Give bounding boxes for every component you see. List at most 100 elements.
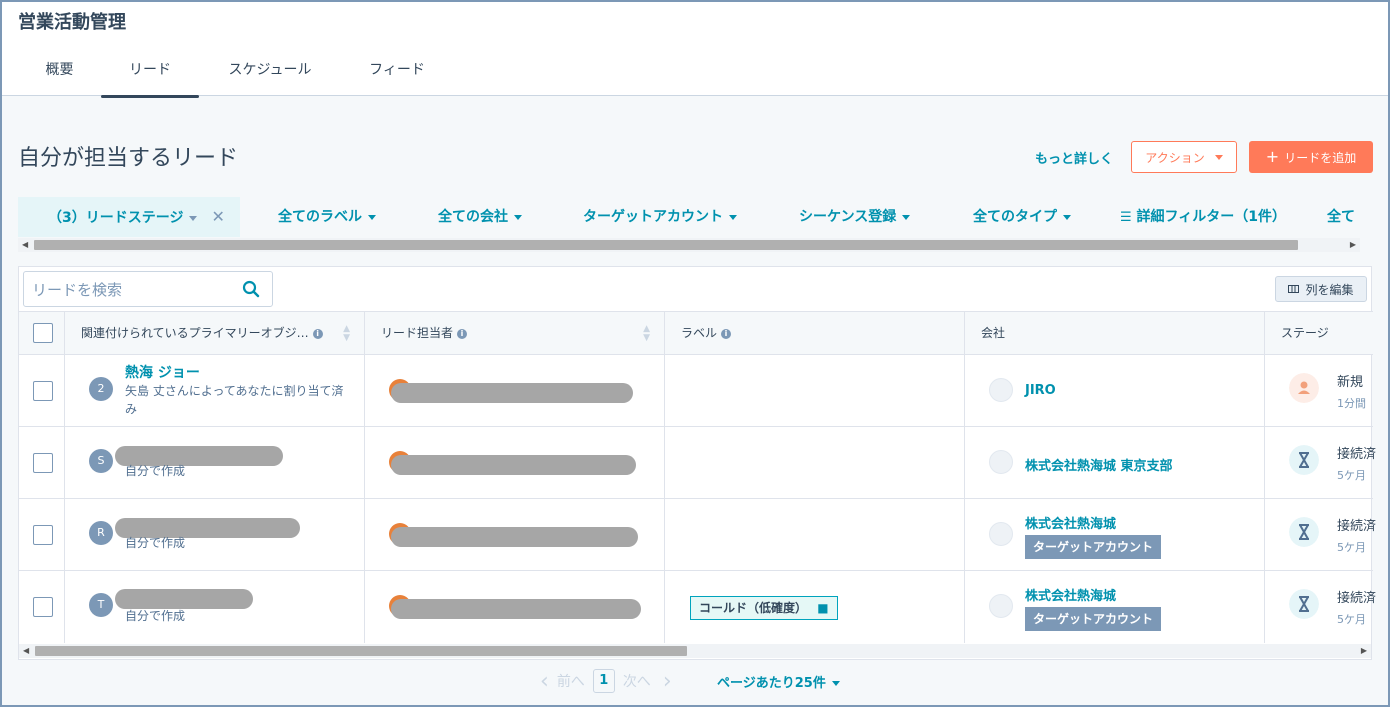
chevron-down-icon [1063, 214, 1071, 220]
divider [364, 427, 365, 499]
row-checkbox[interactable] [33, 597, 53, 617]
next-page-button[interactable]: 次へ [623, 671, 651, 691]
search-box[interactable] [23, 271, 273, 307]
edit-columns-button[interactable]: 列を編集 [1275, 276, 1367, 302]
target-account-tag: ターゲットアカウント [1025, 535, 1162, 559]
header-label: 会社 [981, 326, 1006, 340]
sort-icon[interactable]: ▲ ▼ [643, 312, 650, 343]
prev-page-button[interactable]: 前へ [557, 671, 585, 691]
header-label-col[interactable]: ラベル i [665, 312, 965, 354]
stage-label: 接続済 [1337, 447, 1377, 462]
divider [64, 571, 65, 643]
redacted-owner [391, 527, 638, 547]
divider [1264, 499, 1265, 571]
lead-name-link[interactable]: 熱海 ジョー [125, 362, 200, 382]
company-link[interactable]: JIRO [1025, 383, 1056, 398]
tab-schedule[interactable]: スケジュール [199, 52, 341, 96]
hourglass-icon [1289, 445, 1319, 475]
redacted-owner [391, 455, 636, 475]
stage-label: 新規 [1337, 375, 1364, 390]
scrollbar-thumb[interactable] [34, 240, 1298, 250]
row-checkbox[interactable] [33, 525, 53, 545]
company-link[interactable]: 株式会社熱海城 [1025, 585, 1116, 604]
table-row[interactable]: T 自分で作成 コールド（低確度） ■ 株式会社熱海城 ターゲットアカウント 接… [19, 571, 1376, 643]
row-checkbox[interactable] [33, 453, 53, 473]
tab-leads[interactable]: リード [101, 52, 199, 98]
redacted-lead-name[interactable] [115, 589, 253, 609]
chevron-down-icon [729, 214, 737, 220]
row-checkbox[interactable] [33, 381, 53, 401]
tag-label: コールド（低確度） [699, 601, 808, 615]
chevron-down-icon [514, 214, 522, 220]
page-title: 自分が担当するリード [18, 146, 239, 171]
per-page-label: ページあたり25件 [717, 676, 826, 691]
filter-all-more[interactable]: 全て [1327, 197, 1355, 237]
avatar: T [89, 593, 113, 617]
target-account-tag: ターゲットアカウント [1025, 607, 1162, 631]
action-button[interactable]: アクション [1131, 141, 1237, 173]
tab-feed[interactable]: フィード [341, 52, 453, 96]
header-primary-object[interactable]: 関連付けられているプライマリーオブジ… i ▲ ▼ [65, 312, 365, 354]
divider [664, 427, 665, 499]
cold-label-tag[interactable]: コールド（低確度） ■ [690, 596, 838, 620]
lead-creation-note: 自分で作成 [125, 536, 186, 550]
divider [1264, 571, 1265, 643]
header-select-cell [19, 312, 65, 354]
filter-sequence[interactable]: シーケンス登録 [799, 197, 911, 237]
filter-advanced[interactable]: ☰ 詳細フィルター（1件） [1120, 197, 1286, 237]
top-bar: 営業活動管理 概要 リード スケジュール フィード [0, 0, 1390, 98]
chevron-right-icon[interactable]: › [663, 669, 672, 694]
chevron-left-icon[interactable]: ‹ [540, 669, 549, 694]
more-details-link[interactable]: もっと詳しく [1035, 148, 1113, 167]
header-label: ステージ [1281, 326, 1329, 340]
redacted-owner [391, 599, 641, 619]
table-row[interactable]: S 自分で作成 株式会社熱海城 東京支部 接続済 5ケ月 [19, 427, 1377, 499]
plus-icon: + [1265, 147, 1280, 166]
add-lead-button[interactable]: + リードを追加 [1249, 141, 1373, 173]
avatar: R [89, 521, 113, 545]
filter-labels[interactable]: 全てのラベル [278, 197, 376, 237]
app-title: 営業活動管理 [18, 12, 126, 33]
filter-lead-stage[interactable]: （3）リードステージ ✕ [18, 197, 240, 237]
lead-creation-note: 自分で作成 [125, 464, 186, 478]
redacted-owner [391, 383, 633, 403]
search-icon[interactable] [242, 280, 260, 298]
filter-target-account[interactable]: ターゲットアカウント [583, 197, 737, 237]
company-link[interactable]: 株式会社熱海城 [1025, 513, 1116, 532]
filter-types[interactable]: 全てのタイプ [973, 197, 1071, 237]
header-lead-owner[interactable]: リード担当者 i ▲ ▼ [365, 312, 665, 354]
divider [1264, 427, 1265, 499]
sort-icon[interactable]: ▲ ▼ [343, 312, 350, 343]
scroll-left-icon[interactable]: ◀ [22, 238, 28, 252]
header-stage[interactable]: ステージ [1265, 312, 1371, 354]
company-link[interactable]: 株式会社熱海城 東京支部 [1025, 455, 1173, 474]
select-all-checkbox[interactable] [33, 323, 53, 343]
header-company[interactable]: 会社 [965, 312, 1265, 354]
current-page[interactable]: 1 [592, 669, 615, 693]
scrollbar-thumb[interactable] [35, 646, 687, 656]
info-icon[interactable]: i [721, 328, 732, 339]
avatar: 2 [89, 377, 113, 401]
leads-table-panel: 列を編集 関連付けられているプライマリーオブジ…i ▲▼ リード担当者i ▲▼ … [18, 266, 1377, 660]
table-row[interactable]: 2 熱海 ジョー 矢島 丈さんによってあなたに割り当て済み JIRO 新規 1分… [19, 355, 1373, 427]
person-icon [1289, 373, 1319, 403]
close-icon[interactable]: ✕ [211, 207, 224, 226]
scroll-right-icon[interactable]: ▶ [1361, 644, 1367, 658]
filter-scrollbar[interactable]: ◀ ▶ [18, 238, 1360, 252]
scroll-right-icon[interactable]: ▶ [1350, 238, 1356, 252]
columns-icon [1288, 285, 1300, 293]
lead-assignment-note: 矢島 丈さんによってあなたに割り当て済み [125, 384, 344, 416]
info-icon[interactable]: i [457, 328, 468, 339]
per-page-dropdown[interactable]: ページあたり25件 [717, 672, 840, 691]
filter-bar: （3）リードステージ ✕ 全てのラベル 全ての会社 ターゲットアカウント シーケン… [18, 197, 1360, 237]
filter-companies[interactable]: 全ての会社 [438, 197, 522, 237]
scroll-left-icon[interactable]: ◀ [23, 644, 29, 658]
info-icon[interactable]: i [312, 328, 323, 339]
filter-label: 全ての会社 [438, 209, 508, 225]
table-row[interactable]: R 自分で作成 株式会社熱海城 ターゲットアカウント 接続済 5ケ月 [19, 499, 1376, 571]
divider [64, 355, 65, 427]
table-scrollbar[interactable]: ◀ ▶ [19, 644, 1371, 658]
header-label: ラベル [681, 326, 718, 340]
tab-overview[interactable]: 概要 [18, 52, 101, 96]
search-input[interactable] [32, 278, 232, 302]
